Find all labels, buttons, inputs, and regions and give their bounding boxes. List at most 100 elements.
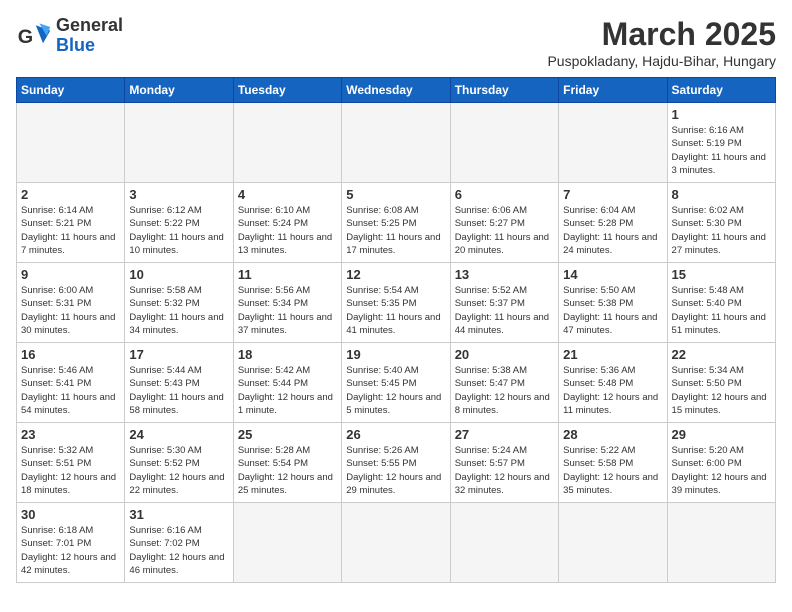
day-number: 2: [21, 187, 120, 202]
day-header-saturday: Saturday: [667, 78, 775, 103]
day-cell: 9 Sunrise: 6:00 AM Sunset: 5:31 PM Daylig…: [17, 263, 125, 343]
day-number: 23: [21, 427, 120, 442]
week-row-2: 9 Sunrise: 6:00 AM Sunset: 5:31 PM Daylig…: [17, 263, 776, 343]
week-row-0: 1 Sunrise: 6:16 AM Sunset: 5:19 PM Daylig…: [17, 103, 776, 183]
day-info: Sunrise: 6:16 AM Sunset: 7:02 PM Dayligh…: [129, 524, 228, 577]
day-number: 10: [129, 267, 228, 282]
day-cell: 11 Sunrise: 5:56 AM Sunset: 5:34 PM Dayli…: [233, 263, 341, 343]
day-info: Sunrise: 6:00 AM Sunset: 5:31 PM Dayligh…: [21, 284, 120, 337]
day-info: Sunrise: 6:04 AM Sunset: 5:28 PM Dayligh…: [563, 204, 662, 257]
day-number: 9: [21, 267, 120, 282]
day-header-friday: Friday: [559, 78, 667, 103]
day-header-wednesday: Wednesday: [342, 78, 450, 103]
day-number: 17: [129, 347, 228, 362]
day-info: Sunrise: 5:58 AM Sunset: 5:32 PM Dayligh…: [129, 284, 228, 337]
day-info: Sunrise: 5:48 AM Sunset: 5:40 PM Dayligh…: [672, 284, 771, 337]
day-info: Sunrise: 5:30 AM Sunset: 5:52 PM Dayligh…: [129, 444, 228, 497]
day-cell: 4Sunrise: 6:10 AM Sunset: 5:24 PM Daylig…: [233, 183, 341, 263]
day-info: Sunrise: 5:52 AM Sunset: 5:37 PM Dayligh…: [455, 284, 554, 337]
week-row-5: 30 Sunrise: 6:18 AM Sunset: 7:01 PM Dayli…: [17, 503, 776, 583]
day-cell: 15 Sunrise: 5:48 AM Sunset: 5:40 PM Dayli…: [667, 263, 775, 343]
day-cell: [450, 503, 558, 583]
logo-text: General Blue: [56, 16, 123, 56]
week-row-1: 2 Sunrise: 6:14 AM Sunset: 5:21 PM Daylig…: [17, 183, 776, 263]
day-cell: [667, 503, 775, 583]
day-cell: 17Sunrise: 5:44 AM Sunset: 5:43 PM Dayli…: [125, 343, 233, 423]
day-header-monday: Monday: [125, 78, 233, 103]
day-number: 4: [238, 187, 337, 202]
day-number: 1: [672, 107, 771, 122]
day-number: 24: [129, 427, 228, 442]
day-number: 25: [238, 427, 337, 442]
day-number: 21: [563, 347, 662, 362]
day-cell: 13 Sunrise: 5:52 AM Sunset: 5:37 PM Dayli…: [450, 263, 558, 343]
day-info: Sunrise: 6:08 AM Sunset: 5:25 PM Dayligh…: [346, 204, 445, 257]
day-cell: [17, 103, 125, 183]
day-number: 6: [455, 187, 554, 202]
day-cell: 7Sunrise: 6:04 AM Sunset: 5:28 PM Daylig…: [559, 183, 667, 263]
day-cell: 21Sunrise: 5:36 AM Sunset: 5:48 PM Dayli…: [559, 343, 667, 423]
days-header-row: SundayMondayTuesdayWednesdayThursdayFrid…: [17, 78, 776, 103]
day-number: 5: [346, 187, 445, 202]
week-row-3: 16Sunrise: 5:46 AM Sunset: 5:41 PM Dayli…: [17, 343, 776, 423]
day-number: 30: [21, 507, 120, 522]
day-info: Sunrise: 5:24 AM Sunset: 5:57 PM Dayligh…: [455, 444, 554, 497]
day-cell: [125, 103, 233, 183]
location-title: Puspokladany, Hajdu-Bihar, Hungary: [547, 53, 776, 69]
day-info: Sunrise: 5:42 AM Sunset: 5:44 PM Dayligh…: [238, 364, 337, 417]
day-info: Sunrise: 6:14 AM Sunset: 5:21 PM Dayligh…: [21, 204, 120, 257]
day-number: 19: [346, 347, 445, 362]
day-info: Sunrise: 5:34 AM Sunset: 5:50 PM Dayligh…: [672, 364, 771, 417]
day-cell: 31 Sunrise: 6:16 AM Sunset: 7:02 PM Dayli…: [125, 503, 233, 583]
day-cell: 6 Sunrise: 6:06 AM Sunset: 5:27 PM Daylig…: [450, 183, 558, 263]
logo-icon: G: [16, 18, 52, 54]
day-cell: 8Sunrise: 6:02 AM Sunset: 5:30 PM Daylig…: [667, 183, 775, 263]
day-number: 31: [129, 507, 228, 522]
day-cell: 22 Sunrise: 5:34 AM Sunset: 5:50 PM Dayli…: [667, 343, 775, 423]
day-cell: 20 Sunrise: 5:38 AM Sunset: 5:47 PM Dayli…: [450, 343, 558, 423]
day-info: Sunrise: 5:38 AM Sunset: 5:47 PM Dayligh…: [455, 364, 554, 417]
logo: G General Blue: [16, 16, 123, 56]
day-number: 26: [346, 427, 445, 442]
day-cell: 1 Sunrise: 6:16 AM Sunset: 5:19 PM Daylig…: [667, 103, 775, 183]
day-cell: 14Sunrise: 5:50 AM Sunset: 5:38 PM Dayli…: [559, 263, 667, 343]
day-number: 20: [455, 347, 554, 362]
day-cell: [559, 503, 667, 583]
day-cell: 2 Sunrise: 6:14 AM Sunset: 5:21 PM Daylig…: [17, 183, 125, 263]
day-header-thursday: Thursday: [450, 78, 558, 103]
day-number: 22: [672, 347, 771, 362]
day-number: 16: [21, 347, 120, 362]
day-info: Sunrise: 5:56 AM Sunset: 5:34 PM Dayligh…: [238, 284, 337, 337]
day-cell: [450, 103, 558, 183]
day-info: Sunrise: 6:02 AM Sunset: 5:30 PM Dayligh…: [672, 204, 771, 257]
day-number: 13: [455, 267, 554, 282]
day-info: Sunrise: 6:18 AM Sunset: 7:01 PM Dayligh…: [21, 524, 120, 577]
day-cell: 12Sunrise: 5:54 AM Sunset: 5:35 PM Dayli…: [342, 263, 450, 343]
day-info: Sunrise: 5:28 AM Sunset: 5:54 PM Dayligh…: [238, 444, 337, 497]
day-header-sunday: Sunday: [17, 78, 125, 103]
day-info: Sunrise: 5:26 AM Sunset: 5:55 PM Dayligh…: [346, 444, 445, 497]
day-number: 27: [455, 427, 554, 442]
day-info: Sunrise: 5:20 AM Sunset: 6:00 PM Dayligh…: [672, 444, 771, 497]
day-cell: 28Sunrise: 5:22 AM Sunset: 5:58 PM Dayli…: [559, 423, 667, 503]
day-cell: 30 Sunrise: 6:18 AM Sunset: 7:01 PM Dayli…: [17, 503, 125, 583]
day-number: 11: [238, 267, 337, 282]
day-number: 12: [346, 267, 445, 282]
day-cell: [233, 103, 341, 183]
day-number: 29: [672, 427, 771, 442]
month-title: March 2025: [547, 16, 776, 53]
calendar-table: SundayMondayTuesdayWednesdayThursdayFrid…: [16, 77, 776, 583]
day-info: Sunrise: 6:16 AM Sunset: 5:19 PM Dayligh…: [672, 124, 771, 177]
day-cell: 5 Sunrise: 6:08 AM Sunset: 5:25 PM Daylig…: [342, 183, 450, 263]
day-number: 15: [672, 267, 771, 282]
day-cell: [559, 103, 667, 183]
day-cell: 3 Sunrise: 6:12 AM Sunset: 5:22 PM Daylig…: [125, 183, 233, 263]
day-number: 3: [129, 187, 228, 202]
day-cell: 27 Sunrise: 5:24 AM Sunset: 5:57 PM Dayli…: [450, 423, 558, 503]
day-info: Sunrise: 6:12 AM Sunset: 5:22 PM Dayligh…: [129, 204, 228, 257]
page-header: G General Blue March 2025 Puspokladany, …: [16, 16, 776, 69]
day-info: Sunrise: 5:32 AM Sunset: 5:51 PM Dayligh…: [21, 444, 120, 497]
day-info: Sunrise: 6:06 AM Sunset: 5:27 PM Dayligh…: [455, 204, 554, 257]
day-cell: [233, 503, 341, 583]
day-cell: 26 Sunrise: 5:26 AM Sunset: 5:55 PM Dayli…: [342, 423, 450, 503]
